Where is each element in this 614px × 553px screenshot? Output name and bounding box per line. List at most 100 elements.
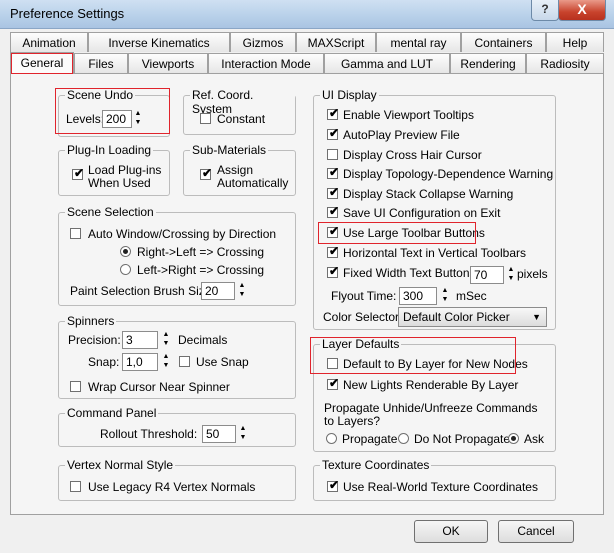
- topology-warning-checkbox[interactable]: ✔: [327, 165, 340, 179]
- auto-window-checkbox[interactable]: [70, 228, 81, 239]
- tab-animation[interactable]: Animation: [10, 32, 88, 52]
- tab-interaction-mode[interactable]: Interaction Mode: [208, 53, 324, 73]
- close-button[interactable]: X: [558, 0, 606, 21]
- precision-input[interactable]: 3: [122, 331, 158, 349]
- ui-display-title: UI Display: [320, 88, 379, 102]
- fixed-width-spinner[interactable]: ▲ ▼: [506, 266, 516, 284]
- propagate-question-2: to Layers?: [324, 414, 381, 428]
- real-world-label: Use Real-World Texture Coordinates: [343, 480, 538, 494]
- left-right-radio[interactable]: [120, 264, 131, 275]
- command-panel-title: Command Panel: [65, 406, 159, 420]
- cancel-button[interactable]: Cancel: [498, 520, 574, 543]
- flyout-time-input[interactable]: 300: [399, 287, 437, 305]
- flyout-time-spinner[interactable]: ▲ ▼: [440, 287, 450, 305]
- right-left-radio[interactable]: [120, 246, 131, 257]
- check-mark-icon: ✔: [329, 244, 340, 258]
- tab-mental-ray[interactable]: mental ray: [376, 32, 461, 52]
- legacy-normals-checkbox[interactable]: [70, 481, 81, 492]
- new-lights-label: New Lights Renderable By Layer: [343, 378, 519, 392]
- propagate-question-1: Propagate Unhide/Unfreeze Commands: [324, 401, 538, 415]
- check-mark-icon: ✔: [329, 264, 340, 278]
- precision-spinner[interactable]: ▲ ▼: [161, 331, 171, 349]
- left-right-label: Left->Right => Crossing: [137, 263, 265, 277]
- ask-label: Ask: [524, 432, 545, 446]
- tab-gamma-and-lut[interactable]: Gamma and LUT: [324, 53, 450, 73]
- rollout-threshold-spinner[interactable]: ▲ ▼: [238, 425, 248, 443]
- large-toolbar-highlight: [318, 222, 476, 244]
- topology-warning-label: Display Topology-Dependence Warning: [343, 167, 554, 181]
- spinners-title: Spinners: [65, 314, 117, 328]
- tab-help[interactable]: Help: [546, 32, 604, 52]
- decimals-label: Decimals: [178, 333, 228, 347]
- autoplay-preview-checkbox[interactable]: ✔: [327, 126, 340, 140]
- tab-inverse-kinematics[interactable]: Inverse Kinematics: [88, 32, 230, 52]
- fixed-width-input[interactable]: 70: [470, 266, 504, 284]
- assign-label-1: Assign: [217, 163, 254, 177]
- stack-collapse-label: Display Stack Collapse Warning: [343, 187, 514, 201]
- do-not-propagate-radio[interactable]: [398, 433, 409, 444]
- viewport-tooltips-checkbox[interactable]: ✔: [327, 106, 340, 120]
- tab-radiosity[interactable]: Radiosity: [526, 53, 604, 73]
- window-title: Preference Settings: [10, 6, 125, 21]
- color-selector-label: Color Selector:: [323, 310, 403, 324]
- load-plugins-label-2: When Used: [88, 176, 151, 190]
- constant-checkbox[interactable]: [200, 113, 211, 124]
- load-plugins-checkbox[interactable]: ✔: [72, 166, 84, 180]
- cross-hair-label: Display Cross Hair Cursor: [343, 148, 482, 162]
- do-not-propagate-label: Do Not Propagate: [414, 432, 511, 446]
- constant-label: Constant: [217, 112, 266, 126]
- tab-viewports[interactable]: Viewports: [128, 53, 208, 73]
- assign-checkbox[interactable]: ✔: [200, 166, 212, 180]
- brush-size-spinner[interactable]: ▲ ▼: [237, 282, 247, 300]
- tab-gizmos[interactable]: Gizmos: [230, 32, 296, 52]
- ok-button[interactable]: OK: [414, 520, 488, 543]
- save-ui-config-checkbox[interactable]: ✔: [327, 204, 339, 218]
- check-mark-icon: ✔: [329, 185, 340, 199]
- tab-maxscript[interactable]: MAXScript: [296, 32, 376, 52]
- real-world-checkbox[interactable]: ✔: [327, 478, 340, 492]
- load-plugins-label-1: Load Plug-ins: [88, 163, 162, 177]
- tab-rendering[interactable]: Rendering: [450, 53, 526, 73]
- tab-files[interactable]: Files: [74, 53, 128, 73]
- horizontal-text-label: Horizontal Text in Vertical Toolbars: [343, 246, 526, 260]
- color-selector-value: Default Color Picker: [403, 310, 510, 324]
- vertex-normal-title: Vertex Normal Style: [65, 458, 176, 472]
- check-mark-icon: ✔: [329, 376, 340, 390]
- cross-hair-checkbox[interactable]: [327, 149, 338, 160]
- help-button[interactable]: ?: [531, 0, 559, 21]
- check-mark-icon: ✔: [329, 106, 340, 120]
- check-mark-icon: ✔: [329, 478, 340, 492]
- msec-label: mSec: [456, 289, 487, 303]
- fixed-width-checkbox[interactable]: ✔: [327, 264, 340, 278]
- general-tab-highlight: [11, 53, 73, 74]
- flyout-time-label: Flyout Time:: [331, 289, 397, 303]
- propagate-radio[interactable]: [326, 433, 337, 444]
- texture-coords-title: Texture Coordinates: [320, 458, 432, 472]
- scene-selection-title: Scene Selection: [65, 205, 156, 219]
- sub-materials-title: Sub-Materials: [190, 143, 269, 157]
- color-selector-dropdown[interactable]: Default Color Picker ▼: [398, 307, 547, 327]
- plugin-loading-title: Plug-In Loading: [65, 143, 154, 157]
- wrap-cursor-checkbox[interactable]: [70, 381, 81, 392]
- autoplay-preview-label: AutoPlay Preview File: [343, 128, 460, 142]
- pixels-label: pixels: [517, 267, 548, 281]
- snap-label: Snap:: [88, 355, 120, 369]
- scene-undo-highlight: [55, 88, 170, 134]
- snap-spinner[interactable]: ▲ ▼: [161, 353, 171, 371]
- new-lights-checkbox[interactable]: ✔: [327, 376, 340, 390]
- rollout-threshold-input[interactable]: 50: [202, 425, 236, 443]
- check-mark-icon: ✔: [329, 165, 340, 179]
- check-mark-icon: ✔: [329, 126, 340, 140]
- wrap-cursor-label: Wrap Cursor Near Spinner: [88, 380, 230, 394]
- save-ui-config-label: Save UI Configuration on Exit: [343, 206, 501, 220]
- brush-size-input[interactable]: 20: [201, 282, 235, 300]
- stack-collapse-checkbox[interactable]: ✔: [327, 185, 340, 199]
- assign-label-2: Automatically: [217, 176, 289, 190]
- use-snap-checkbox[interactable]: [179, 356, 190, 367]
- ask-radio[interactable]: [508, 433, 519, 444]
- brush-size-label: Paint Selection Brush Size: [70, 284, 212, 298]
- snap-input[interactable]: 1,0: [122, 353, 158, 371]
- horizontal-text-checkbox[interactable]: ✔: [327, 244, 340, 258]
- tab-containers[interactable]: Containers: [461, 32, 546, 52]
- right-left-label: Right->Left => Crossing: [137, 245, 265, 259]
